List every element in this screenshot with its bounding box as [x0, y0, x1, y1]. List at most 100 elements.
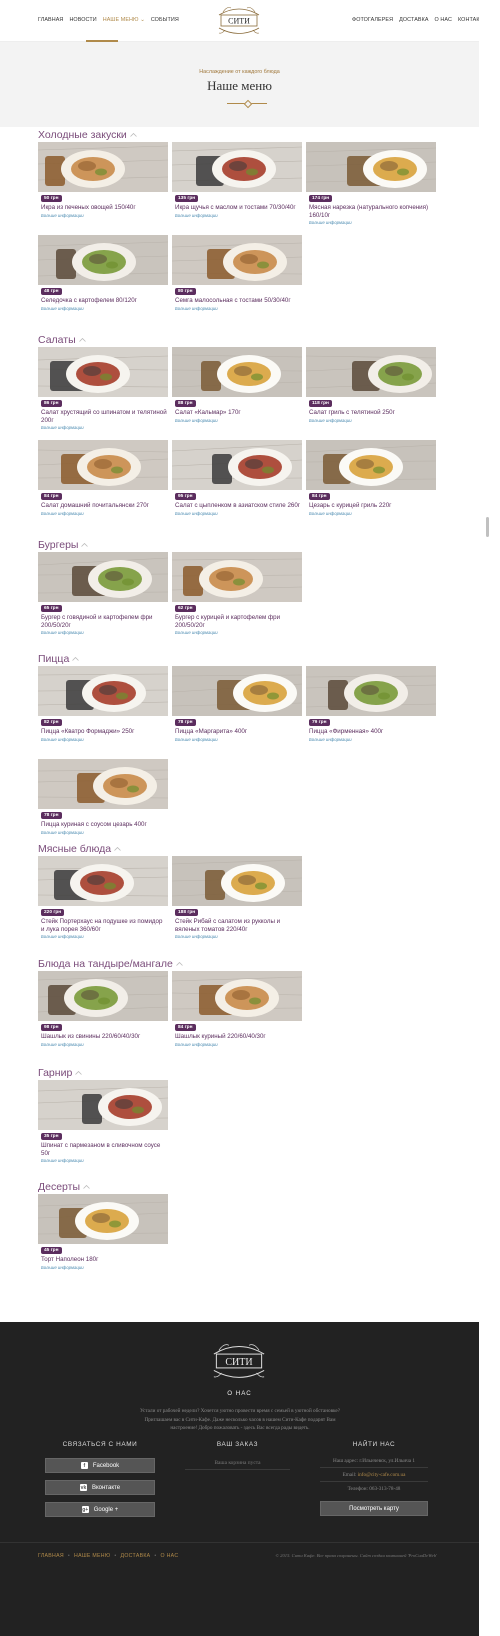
- dish-name[interactable]: Икра из печеных овощей 150/40г: [41, 204, 167, 212]
- dish-name[interactable]: Пицца куриная с соусом цезарь 400г: [41, 821, 167, 829]
- menu-item[interactable]: 118 грн Салат гриль с телятиной 250г Больш…: [306, 347, 436, 437]
- more-info-link[interactable]: Больше информации: [41, 511, 84, 516]
- more-info-link[interactable]: Больше информации: [175, 1042, 218, 1047]
- dish-photo[interactable]: [38, 971, 168, 1021]
- more-info-link[interactable]: Больше информации: [41, 213, 84, 218]
- dish-photo[interactable]: [172, 142, 302, 192]
- dish-photo[interactable]: [172, 971, 302, 1021]
- more-info-link[interactable]: Больше информации: [41, 934, 84, 939]
- footer-nav-delivery[interactable]: Доставка: [121, 1553, 151, 1559]
- nav-home[interactable]: Главная: [38, 17, 63, 23]
- more-info-link[interactable]: Больше информации: [309, 418, 352, 423]
- dish-photo[interactable]: [172, 440, 302, 490]
- dish-name[interactable]: Салат с цыпленком в азиатском стиле 260г: [175, 502, 301, 510]
- menu-item[interactable]: 188 грн Стейк Рибай с салатом из рукколы …: [172, 856, 302, 946]
- more-info-link[interactable]: Больше информации: [41, 1042, 84, 1047]
- dish-name[interactable]: Шашлык куриный 220/60/40/30г: [175, 1033, 301, 1041]
- dish-photo[interactable]: [172, 666, 302, 716]
- more-info-link[interactable]: Больше информации: [41, 425, 84, 430]
- menu-item[interactable]: 98 грн Шашлык из свинины 220/60/40/30г Бол…: [38, 971, 168, 1061]
- menu-item[interactable]: 79 грн Пицца «Фирменная» 400г Больше инфор…: [306, 666, 436, 756]
- dish-name[interactable]: Селедочка с картофелем 80/120г: [41, 297, 167, 305]
- nav-gallery[interactable]: Фотогалерея: [352, 17, 393, 23]
- section-title[interactable]: Мясные блюда: [38, 842, 448, 856]
- dish-name[interactable]: Шпинат с пармезаном в сливочном соусе 50…: [41, 1142, 167, 1157]
- dish-photo[interactable]: [306, 142, 436, 192]
- dish-name[interactable]: Цезарь с курицей гриль 220г: [309, 502, 435, 510]
- email-link[interactable]: info@city-cafe.com.ua: [358, 1472, 406, 1478]
- menu-item[interactable]: 84 грн Салат домашний почитальянски 270г Б…: [38, 440, 168, 530]
- section-title[interactable]: Холодные закуски: [38, 128, 448, 142]
- dish-name[interactable]: Стейк Портерхаус на подушке из помидор и…: [41, 918, 167, 933]
- footer-logo[interactable]: СИТИ: [208, 1339, 270, 1383]
- more-info-link[interactable]: Больше информации: [309, 511, 352, 516]
- nav-events[interactable]: События: [151, 17, 179, 23]
- more-info-link[interactable]: Больше информации: [41, 1265, 84, 1270]
- more-info-link[interactable]: Больше информации: [175, 306, 218, 311]
- footer-nav-home[interactable]: Главная: [38, 1553, 64, 1559]
- section-title[interactable]: Салаты: [38, 333, 448, 347]
- more-info-link[interactable]: Больше информации: [41, 630, 84, 635]
- dish-photo[interactable]: [38, 142, 168, 192]
- dish-photo[interactable]: [306, 347, 436, 397]
- menu-item[interactable]: 88 грн Салат «Кальмар» 170г Больше информа…: [172, 347, 302, 437]
- dish-photo[interactable]: [172, 552, 302, 602]
- section-title[interactable]: Бургеры: [38, 538, 448, 552]
- more-info-link[interactable]: Больше информации: [309, 220, 352, 225]
- dish-name[interactable]: Торт Наполеон 180г: [41, 1256, 167, 1264]
- more-info-link[interactable]: Больше информации: [41, 1158, 84, 1163]
- menu-item[interactable]: 95 грн Салат с цыпленком в азиатском стил…: [172, 440, 302, 530]
- nav-menu[interactable]: Наше меню ⌄: [103, 17, 145, 23]
- dish-name[interactable]: Салат гриль с телятиной 250г: [309, 409, 435, 417]
- nav-delivery[interactable]: Доставка: [399, 17, 428, 23]
- scrollbar[interactable]: [479, 0, 500, 1636]
- more-info-link[interactable]: Больше информации: [175, 511, 218, 516]
- menu-item[interactable]: 62 грн Бургер с курицей и картофелем фри …: [172, 552, 302, 642]
- menu-item[interactable]: 220 грн Стейк Портерхаус на подушке из по…: [38, 856, 168, 946]
- nav-about[interactable]: О нас: [435, 17, 452, 23]
- dish-name[interactable]: Пицца «Маргарита» 400г: [175, 728, 301, 736]
- more-info-link[interactable]: Больше информации: [175, 418, 218, 423]
- dish-photo[interactable]: [38, 1080, 168, 1130]
- vkontakte-button[interactable]: vk Вконтакте: [45, 1480, 155, 1495]
- dish-name[interactable]: Шашлык из свинины 220/60/40/30г: [41, 1033, 167, 1041]
- dish-photo[interactable]: [38, 759, 168, 809]
- dish-name[interactable]: Стейк Рибай с салатом из рукколы и вялен…: [175, 918, 301, 933]
- dish-photo[interactable]: [38, 666, 168, 716]
- more-info-link[interactable]: Больше информации: [175, 630, 218, 635]
- facebook-button[interactable]: f Facebook: [45, 1458, 155, 1473]
- scrollbar-thumb[interactable]: [486, 517, 489, 537]
- menu-item[interactable]: 35 грн Шпинат с пармезаном в сливочном со…: [38, 1080, 168, 1170]
- dish-name[interactable]: Бургер с курицей и картофелем фри 200/50…: [175, 614, 301, 629]
- menu-item[interactable]: 48 грн Селедочка с картофелем 80/120г Боль…: [38, 235, 168, 325]
- menu-item[interactable]: 84 грн Цезарь с курицей гриль 220г Больше …: [306, 440, 436, 530]
- menu-item[interactable]: 45 грн Торт Наполеон 180г Больше информаци…: [38, 1194, 168, 1284]
- google-plus-button[interactable]: g+ Google +: [45, 1502, 155, 1517]
- section-title[interactable]: Десерты: [38, 1180, 448, 1194]
- more-info-link[interactable]: Больше информации: [175, 934, 218, 939]
- dish-photo[interactable]: [38, 552, 168, 602]
- more-info-link[interactable]: Больше информации: [41, 830, 84, 835]
- menu-item[interactable]: 82 грн Пицца «Кватро Формаджи» 250г Больше…: [38, 666, 168, 756]
- section-title[interactable]: Блюда на тандыре/мангале: [38, 957, 448, 971]
- dish-name[interactable]: Салат хрустящий со шпинатом и телятиной …: [41, 409, 167, 424]
- menu-item[interactable]: 84 грн Шашлык куриный 220/60/40/30г Больше…: [172, 971, 302, 1061]
- footer-nav-menu[interactable]: Наше меню: [74, 1553, 110, 1559]
- dish-photo[interactable]: [38, 1194, 168, 1244]
- dish-name[interactable]: Пицца «Кватро Формаджи» 250г: [41, 728, 167, 736]
- dish-name[interactable]: Салат «Кальмар» 170г: [175, 409, 301, 417]
- menu-item[interactable]: 135 грн Икра щучья с маслом и тостами 70/…: [172, 142, 302, 232]
- dish-photo[interactable]: [172, 856, 302, 906]
- dish-photo[interactable]: [172, 347, 302, 397]
- dish-name[interactable]: Пицца «Фирменная» 400г: [309, 728, 435, 736]
- more-info-link[interactable]: Больше информации: [309, 737, 352, 742]
- more-info-link[interactable]: Больше информации: [175, 213, 218, 218]
- footer-nav-about[interactable]: О нас: [161, 1553, 179, 1559]
- more-info-link[interactable]: Больше информации: [41, 306, 84, 311]
- view-map-button[interactable]: Посмотреть карту: [320, 1501, 428, 1516]
- menu-item[interactable]: 86 грн Салат хрустящий со шпинатом и теля…: [38, 347, 168, 437]
- menu-item[interactable]: 78 грн Пицца куриная с соусом цезарь 400г…: [38, 759, 168, 849]
- dish-photo[interactable]: [38, 347, 168, 397]
- more-info-link[interactable]: Больше информации: [175, 737, 218, 742]
- menu-item[interactable]: 65 грн Бургер с говядиной и картофелем фр…: [38, 552, 168, 642]
